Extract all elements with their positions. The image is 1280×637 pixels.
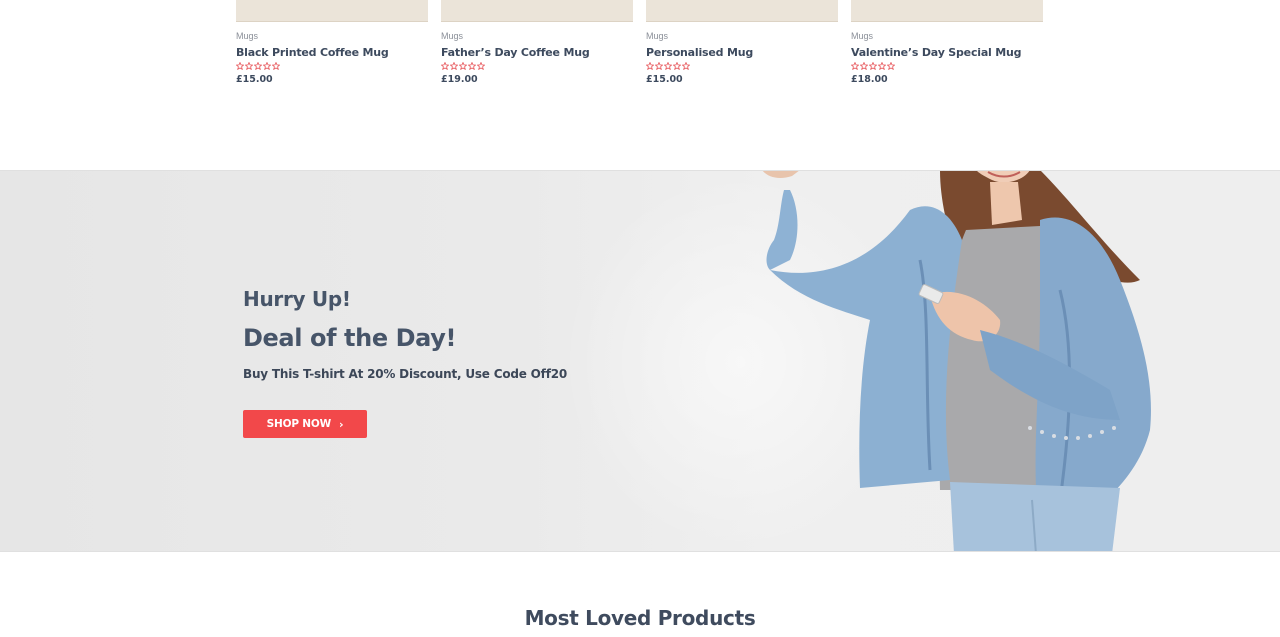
chevron-right-icon: › [338, 417, 344, 431]
star-icon [860, 62, 868, 70]
star-icon [673, 62, 681, 70]
product-image[interactable] [646, 0, 838, 22]
star-icon [682, 62, 690, 70]
product-category[interactable]: Mugs [441, 31, 633, 41]
banner-promo-text: Buy This T-shirt At 20% Discount, Use Co… [243, 367, 568, 381]
star-icon [236, 62, 244, 70]
star-icon [468, 62, 476, 70]
star-icon [646, 62, 654, 70]
product-category[interactable]: Mugs [851, 31, 1043, 41]
star-icon [887, 62, 895, 70]
star-rating [441, 62, 633, 72]
product-price: £15.00 [646, 74, 683, 85]
product-title[interactable]: Black Printed Coffee Mug [236, 46, 428, 59]
product-image[interactable] [851, 0, 1043, 22]
product-price: £15.00 [236, 74, 273, 85]
model-photo [762, 171, 1151, 551]
product-card[interactable]: Mugs Father’s Day Coffee Mug £19.00 [441, 0, 633, 85]
star-rating [646, 62, 838, 72]
star-icon [878, 62, 886, 70]
product-price: £18.00 [851, 74, 888, 85]
product-category[interactable]: Mugs [646, 31, 838, 41]
star-icon [655, 62, 663, 70]
deal-banner: Hurry Up! Deal of the Day! Buy This T-sh… [0, 170, 1280, 552]
star-icon [459, 62, 467, 70]
product-card[interactable]: Mugs Valentine’s Day Special Mug £18.00 [851, 0, 1043, 85]
product-card[interactable]: Mugs Black Printed Coffee Mug £15.00 [236, 0, 428, 85]
banner-heading: Deal of the Day! [243, 324, 457, 352]
shop-now-button[interactable]: SHOP NOW › [243, 410, 367, 438]
star-icon [254, 62, 262, 70]
star-icon [664, 62, 672, 70]
star-icon [851, 62, 859, 70]
section-title: Most Loved Products [524, 606, 756, 630]
star-icon [245, 62, 253, 70]
product-title[interactable]: Valentine’s Day Special Mug [851, 46, 1043, 59]
star-icon [869, 62, 877, 70]
product-category[interactable]: Mugs [236, 31, 428, 41]
product-image[interactable] [441, 0, 633, 22]
star-rating [236, 62, 428, 72]
shop-now-label: SHOP NOW [266, 418, 332, 430]
star-icon [441, 62, 449, 70]
product-image[interactable] [236, 0, 428, 22]
product-price: £19.00 [441, 74, 478, 85]
banner-eyebrow: Hurry Up! [243, 287, 351, 311]
star-icon [450, 62, 458, 70]
star-icon [477, 62, 485, 70]
product-title[interactable]: Father’s Day Coffee Mug [441, 46, 633, 59]
star-rating [851, 62, 1043, 72]
star-icon [263, 62, 271, 70]
product-grid: Mugs Black Printed Coffee Mug £15.00 Mug… [236, 0, 1044, 100]
product-card[interactable]: Mugs Personalised Mug £15.00 [646, 0, 838, 85]
star-icon [272, 62, 280, 70]
product-title[interactable]: Personalised Mug [646, 46, 838, 59]
